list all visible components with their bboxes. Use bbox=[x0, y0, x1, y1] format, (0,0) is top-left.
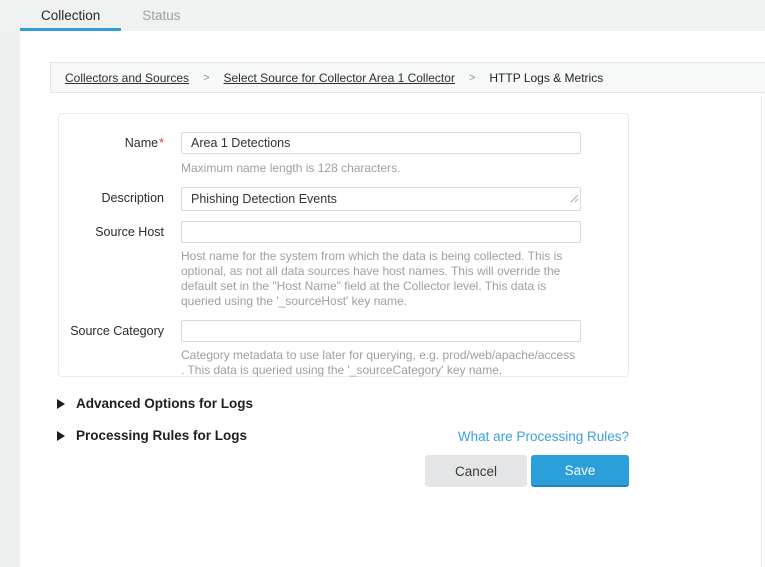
breadcrumb-current-page: HTTP Logs & Metrics bbox=[489, 71, 603, 85]
advanced-options-label: Advanced Options for Logs bbox=[76, 396, 253, 411]
source-host-label: Source Host bbox=[59, 221, 164, 243]
processing-rules-label: Processing Rules for Logs bbox=[76, 428, 247, 443]
description-label: Description bbox=[59, 187, 164, 211]
description-row: Description Phishing Detection Events bbox=[59, 187, 628, 211]
content-panel: Collectors and Sources > Select Source f… bbox=[20, 31, 765, 567]
breadcrumb-collectors-and-sources[interactable]: Collectors and Sources bbox=[65, 71, 189, 85]
right-divider bbox=[761, 95, 762, 567]
source-category-helper-text: Category metadata to use later for query… bbox=[181, 348, 579, 378]
advanced-options-section-toggle[interactable]: Advanced Options for Logs bbox=[57, 396, 253, 411]
description-textarea[interactable]: Phishing Detection Events bbox=[181, 187, 581, 211]
breadcrumb-separator: > bbox=[469, 72, 475, 84]
tab-bar: Collection Status bbox=[0, 0, 765, 31]
breadcrumb-select-source[interactable]: Select Source for Collector Area 1 Colle… bbox=[224, 71, 455, 85]
expand-triangle-icon bbox=[57, 399, 65, 409]
tab-collection-label: Collection bbox=[41, 8, 100, 23]
cancel-button[interactable]: Cancel bbox=[425, 455, 527, 487]
source-category-row: Source Category bbox=[59, 320, 628, 342]
breadcrumb: Collectors and Sources > Select Source f… bbox=[50, 62, 765, 93]
tab-status[interactable]: Status bbox=[121, 0, 201, 31]
processing-rules-section-toggle[interactable]: Processing Rules for Logs bbox=[57, 428, 247, 443]
name-row: Name* bbox=[59, 132, 628, 154]
source-category-label: Source Category bbox=[59, 320, 164, 342]
source-form-card: Name* Maximum name length is 128 charact… bbox=[58, 113, 629, 377]
save-button[interactable]: Save bbox=[531, 455, 629, 487]
what-are-processing-rules-link[interactable]: What are Processing Rules? bbox=[458, 429, 629, 444]
name-input[interactable] bbox=[181, 132, 581, 154]
name-helper-text: Maximum name length is 128 characters. bbox=[181, 161, 579, 176]
source-host-input[interactable] bbox=[181, 221, 581, 243]
footer-buttons: Cancel Save bbox=[425, 455, 629, 487]
tab-collection[interactable]: Collection bbox=[20, 0, 121, 31]
source-host-row: Source Host bbox=[59, 221, 628, 243]
expand-triangle-icon bbox=[57, 431, 65, 441]
breadcrumb-separator: > bbox=[203, 72, 209, 84]
source-category-input[interactable] bbox=[181, 320, 581, 342]
tab-status-label: Status bbox=[142, 8, 180, 23]
source-host-helper-text: Host name for the system from which the … bbox=[181, 249, 579, 309]
name-label: Name* bbox=[59, 132, 164, 154]
required-marker: * bbox=[159, 136, 164, 150]
